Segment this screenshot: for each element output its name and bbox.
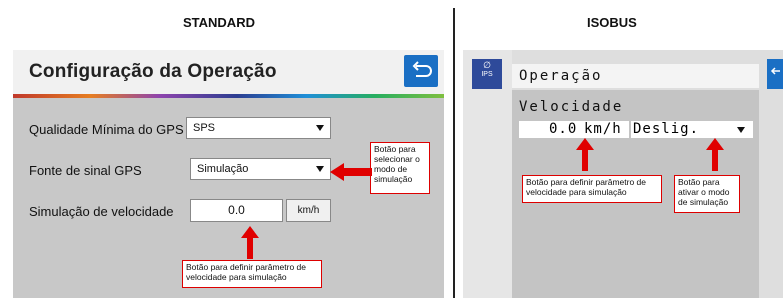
gps-source-select[interactable]: Simulação xyxy=(190,158,331,180)
mode-callout: Botão para selecionar o modo de simulaçã… xyxy=(370,142,430,194)
isobus-panel: ∅ IPS Operação Velocidade 0.0 km/h Desli… xyxy=(463,50,783,298)
gps-source-label: Fonte de sinal GPS xyxy=(29,163,142,178)
isobus-back-button[interactable] xyxy=(767,59,783,89)
arrow-up-icon xyxy=(576,138,594,171)
chevron-down-icon xyxy=(316,166,324,172)
gps-quality-value: SPS xyxy=(193,122,216,134)
back-arrow-icon xyxy=(412,61,432,77)
chevron-down-icon xyxy=(316,125,324,131)
ips-logo-icon: ∅ IPS xyxy=(472,59,502,89)
speed-callout: Botão para definir parâmetro de velocida… xyxy=(182,260,322,288)
speed-sim-input[interactable]: 0.0 xyxy=(190,199,283,222)
isobus-header: ISOBUS xyxy=(587,15,637,30)
standard-header: STANDARD xyxy=(183,15,255,30)
back-arrow-icon xyxy=(770,67,780,75)
isobus-mode-callout: Botão para ativar o modo de simulação xyxy=(674,175,740,213)
isobus-mode-value: Deslig. xyxy=(633,121,700,137)
section-divider xyxy=(453,8,455,298)
isobus-speed-label: Velocidade xyxy=(519,99,624,115)
arrow-up-icon xyxy=(241,226,259,259)
arrow-left-icon xyxy=(330,163,372,181)
isobus-speed-value: 0.0 xyxy=(549,121,578,137)
page-title: Configuração da Operação xyxy=(29,61,277,82)
speed-sim-label: Simulação de velocidade xyxy=(29,204,174,219)
isobus-speed-input[interactable]: 0.0 km/h xyxy=(519,121,629,138)
gps-quality-select[interactable]: SPS xyxy=(186,117,331,139)
isobus-mode-select[interactable]: Deslig. xyxy=(631,121,753,138)
gps-quality-label: Qualidade Mínima do GPS xyxy=(29,122,184,137)
chevron-down-icon xyxy=(737,127,745,133)
ips-logo-text: IPS xyxy=(481,71,493,78)
back-button[interactable] xyxy=(404,55,438,87)
isobus-title: Operação xyxy=(519,68,603,84)
arrow-up-icon xyxy=(706,138,724,171)
speed-unit-label: km/h xyxy=(286,199,331,222)
isobus-speed-unit: km/h xyxy=(584,121,622,137)
isobus-speed-callout: Botão para definir parâmetro de velocida… xyxy=(522,175,662,203)
gps-source-value: Simulação xyxy=(197,163,249,175)
color-stripe xyxy=(13,94,444,98)
